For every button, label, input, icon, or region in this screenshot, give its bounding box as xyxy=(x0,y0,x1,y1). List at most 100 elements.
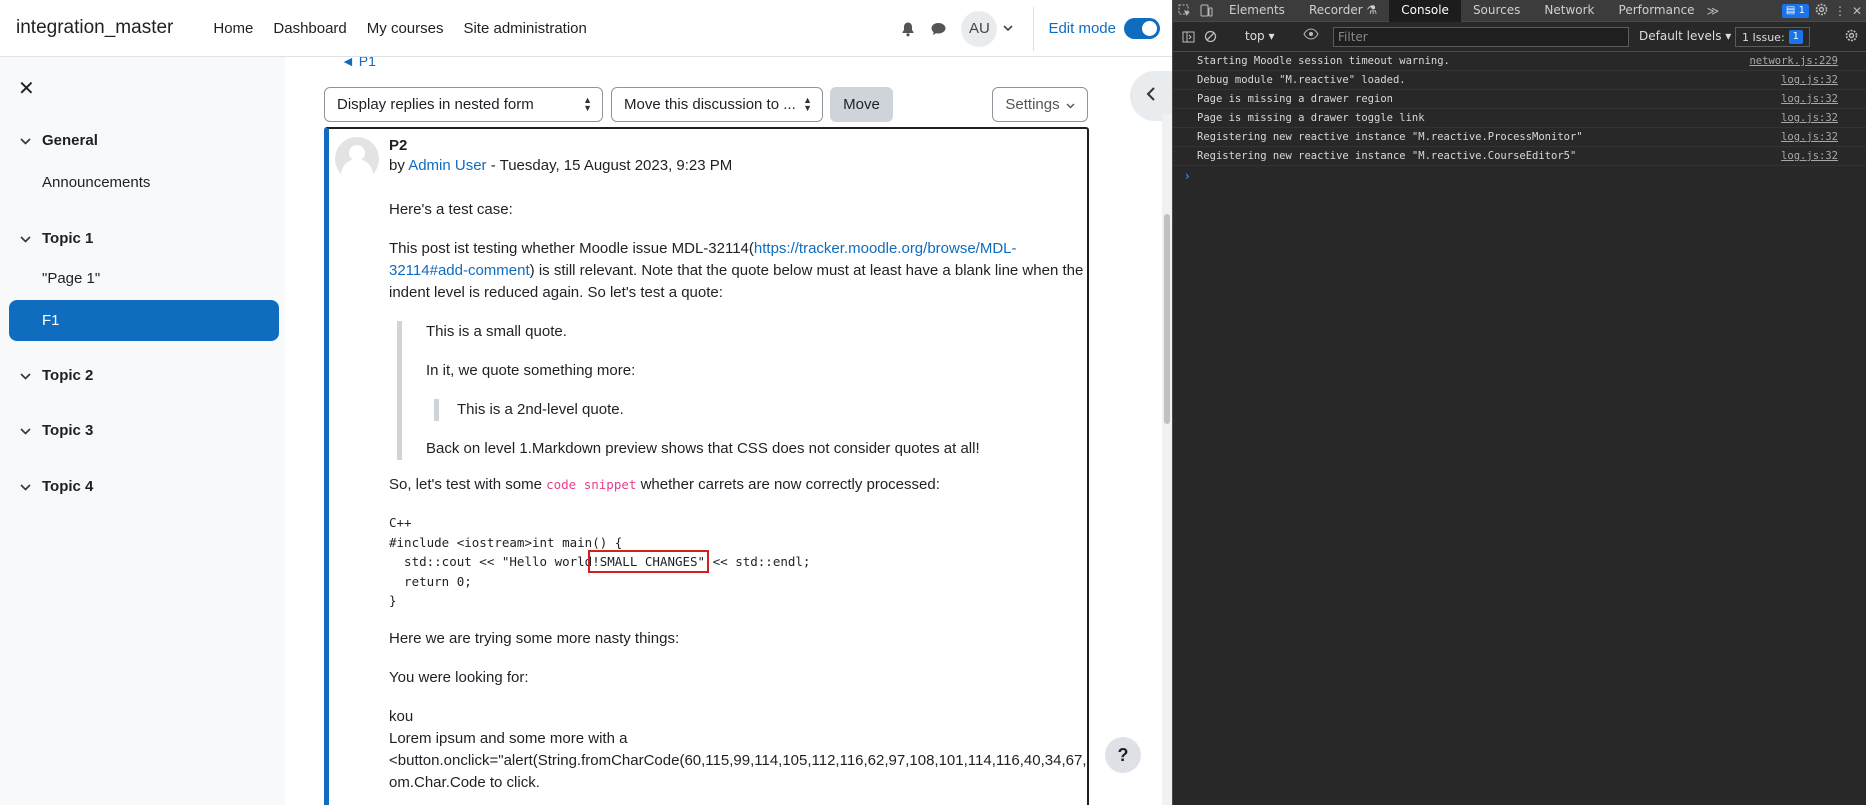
issues-count-badge: 1 xyxy=(1788,30,1804,44)
link-part: https://tracker.moodle.org/browse/MDL- xyxy=(753,240,1017,257)
close-icon[interactable]: ✕ xyxy=(1852,4,1862,18)
section-general[interactable]: General xyxy=(20,132,98,149)
quote-line: In it, we quote something more: xyxy=(426,362,636,379)
section-label: Topic 2 xyxy=(42,367,94,384)
inspect-element-icon[interactable] xyxy=(1173,0,1195,22)
code-line: std::cout << "Hello world xyxy=(389,554,593,569)
tab-console[interactable]: Console xyxy=(1389,0,1461,22)
device-toolbar-icon[interactable] xyxy=(1195,0,1217,22)
page-scrollbar[interactable] xyxy=(1162,114,1172,805)
tab-network[interactable]: Network xyxy=(1532,0,1606,22)
message-source-link[interactable]: network.js:229 xyxy=(1749,55,1838,67)
more-tabs-icon[interactable]: ≫ xyxy=(1707,4,1720,18)
text-line: Lorem ipsum and some more with a xyxy=(389,729,628,747)
section-label: Topic 1 xyxy=(42,230,94,247)
chat-icon[interactable] xyxy=(923,14,953,44)
inline-code: code snippet xyxy=(546,477,637,492)
tab-performance[interactable]: Performance xyxy=(1607,0,1707,22)
quote-line: This is a 2nd-level quote. xyxy=(457,401,624,418)
code-line: return 0; xyxy=(389,573,472,589)
chevron-down-icon[interactable] xyxy=(20,232,36,246)
blockquote-level-1: This is a small quote. In it, we quote s… xyxy=(397,321,1087,460)
issues-badge[interactable]: ▤ 1 xyxy=(1781,4,1809,18)
kebab-menu-icon[interactable]: ⋮ xyxy=(1834,4,1846,18)
drawer-item-f1-active[interactable]: F1 xyxy=(9,300,279,341)
drawer-item-announcements[interactable]: Announcements xyxy=(42,174,150,191)
section-topic-3[interactable]: Topic 3 xyxy=(20,422,93,439)
nav-my-courses[interactable]: My courses xyxy=(357,20,454,37)
console-prompt[interactable]: › xyxy=(1173,166,1866,186)
console-filter-input[interactable]: Filter xyxy=(1333,27,1629,47)
gear-icon[interactable] xyxy=(1815,3,1828,19)
message-text: Registering new reactive instance "M.rea… xyxy=(1197,150,1577,162)
link-part: 32114#add-comment xyxy=(389,262,530,279)
message-text: Registering new reactive instance "M.rea… xyxy=(1197,131,1583,143)
devtools-tabbar-right: ▤ 1 ⋮ ✕ xyxy=(1781,0,1862,22)
move-button[interactable]: Move xyxy=(830,87,893,122)
tab-elements[interactable]: Elements xyxy=(1217,0,1297,22)
user-avatar[interactable]: AU xyxy=(961,10,998,47)
text-span: whether carrets are now correctly proces… xyxy=(636,476,940,493)
section-topic-4[interactable]: Topic 4 xyxy=(20,478,93,495)
chevron-down-icon[interactable] xyxy=(1003,23,1014,35)
blockquote-level-2: This is a 2nd-level quote. xyxy=(434,399,1087,421)
sidebar-toggle-icon[interactable] xyxy=(1177,26,1199,48)
context-selector[interactable]: top ▾ xyxy=(1245,29,1275,43)
close-icon[interactable]: ✕ xyxy=(18,76,35,101)
message-source-link[interactable]: log.js:32 xyxy=(1781,150,1838,162)
section-topic-1[interactable]: Topic 1 xyxy=(20,230,93,247)
nav-site-administration[interactable]: Site administration xyxy=(453,20,596,37)
course-index-drawer: ✕ General Announcements Topic 1 "Page 1"… xyxy=(0,57,285,805)
drawer-item-page-1[interactable]: "Page 1" xyxy=(42,270,100,287)
message-text: Page is missing a drawer toggle link xyxy=(1197,112,1425,124)
post-paragraph: So, let's test with some code snippet wh… xyxy=(389,474,1087,496)
chevron-down-icon[interactable] xyxy=(20,369,36,383)
edit-mode-label: Edit mode xyxy=(1048,20,1116,37)
post-byline: by Admin User - Tuesday, 15 August 2023,… xyxy=(389,157,732,174)
text-span: So, let's test with some xyxy=(389,476,547,493)
console-settings-gear-icon[interactable] xyxy=(1845,29,1858,45)
clear-console-icon[interactable] xyxy=(1199,26,1221,48)
tab-recorder[interactable]: Recorder ⚗ xyxy=(1297,0,1389,22)
console-message: Starting Moodle session timeout warning.… xyxy=(1173,52,1866,71)
console-messages: Starting Moodle session timeout warning.… xyxy=(1173,52,1866,186)
display-mode-select[interactable]: Display replies in nested form ▲ ▼ xyxy=(324,87,603,122)
nav-home[interactable]: Home xyxy=(203,20,263,37)
edit-mode-toggle[interactable] xyxy=(1124,18,1160,39)
main-content: ◄ P1 Display replies in nested form ▲ ▼ M… xyxy=(285,53,1172,805)
scrollbar-thumb[interactable] xyxy=(1164,214,1170,424)
help-button[interactable]: ? xyxy=(1105,737,1141,773)
tab-sources[interactable]: Sources xyxy=(1461,0,1532,22)
console-message: Debug module "M.reactive" loaded. log.js:… xyxy=(1173,71,1866,90)
quote-line: This is a small quote. xyxy=(426,323,567,340)
author-avatar[interactable] xyxy=(335,137,379,181)
chevron-down-icon[interactable] xyxy=(20,424,36,438)
message-text: Page is missing a drawer region xyxy=(1197,93,1393,105)
code-line: } xyxy=(389,593,397,608)
message-source-link[interactable]: log.js:32 xyxy=(1781,112,1838,124)
log-levels-dropdown[interactable]: Default levels ▾ xyxy=(1639,29,1731,43)
move-discussion-value: Move this discussion to ... xyxy=(624,96,796,113)
site-name[interactable]: integration_master xyxy=(16,17,173,39)
post-paragraph: You were looking for: xyxy=(389,668,529,686)
nav-dashboard[interactable]: Dashboard xyxy=(263,20,356,37)
console-message: Page is missing a drawer region log.js:32 xyxy=(1173,90,1866,109)
move-discussion-select[interactable]: Move this discussion to ... ▲ ▼ xyxy=(611,87,823,122)
message-source-link[interactable]: log.js:32 xyxy=(1781,74,1838,86)
select-arrows-icon: ▲ ▼ xyxy=(583,95,592,113)
bell-icon[interactable] xyxy=(893,14,923,44)
section-topic-2[interactable]: Topic 2 xyxy=(20,367,93,384)
text-span: This post ist testing whether Moodle iss… xyxy=(389,240,754,257)
eye-icon[interactable] xyxy=(1303,28,1319,43)
chevron-down-icon[interactable] xyxy=(20,480,36,494)
settings-button[interactable]: Settings xyxy=(992,87,1088,122)
message-text: Starting Moodle session timeout warning. xyxy=(1197,55,1450,67)
author-link[interactable]: Admin User xyxy=(408,157,486,174)
post-paragraph: kou Lorem ipsum and some more with a <bu… xyxy=(389,706,1087,794)
issues-button[interactable]: 1 Issue: 1 xyxy=(1735,27,1811,47)
message-source-link[interactable]: log.js:32 xyxy=(1781,131,1838,143)
chevron-down-icon[interactable] xyxy=(20,134,36,148)
settings-label: Settings xyxy=(1005,96,1060,113)
message-source-link[interactable]: log.js:32 xyxy=(1781,93,1838,105)
by-prefix: by xyxy=(389,157,405,174)
